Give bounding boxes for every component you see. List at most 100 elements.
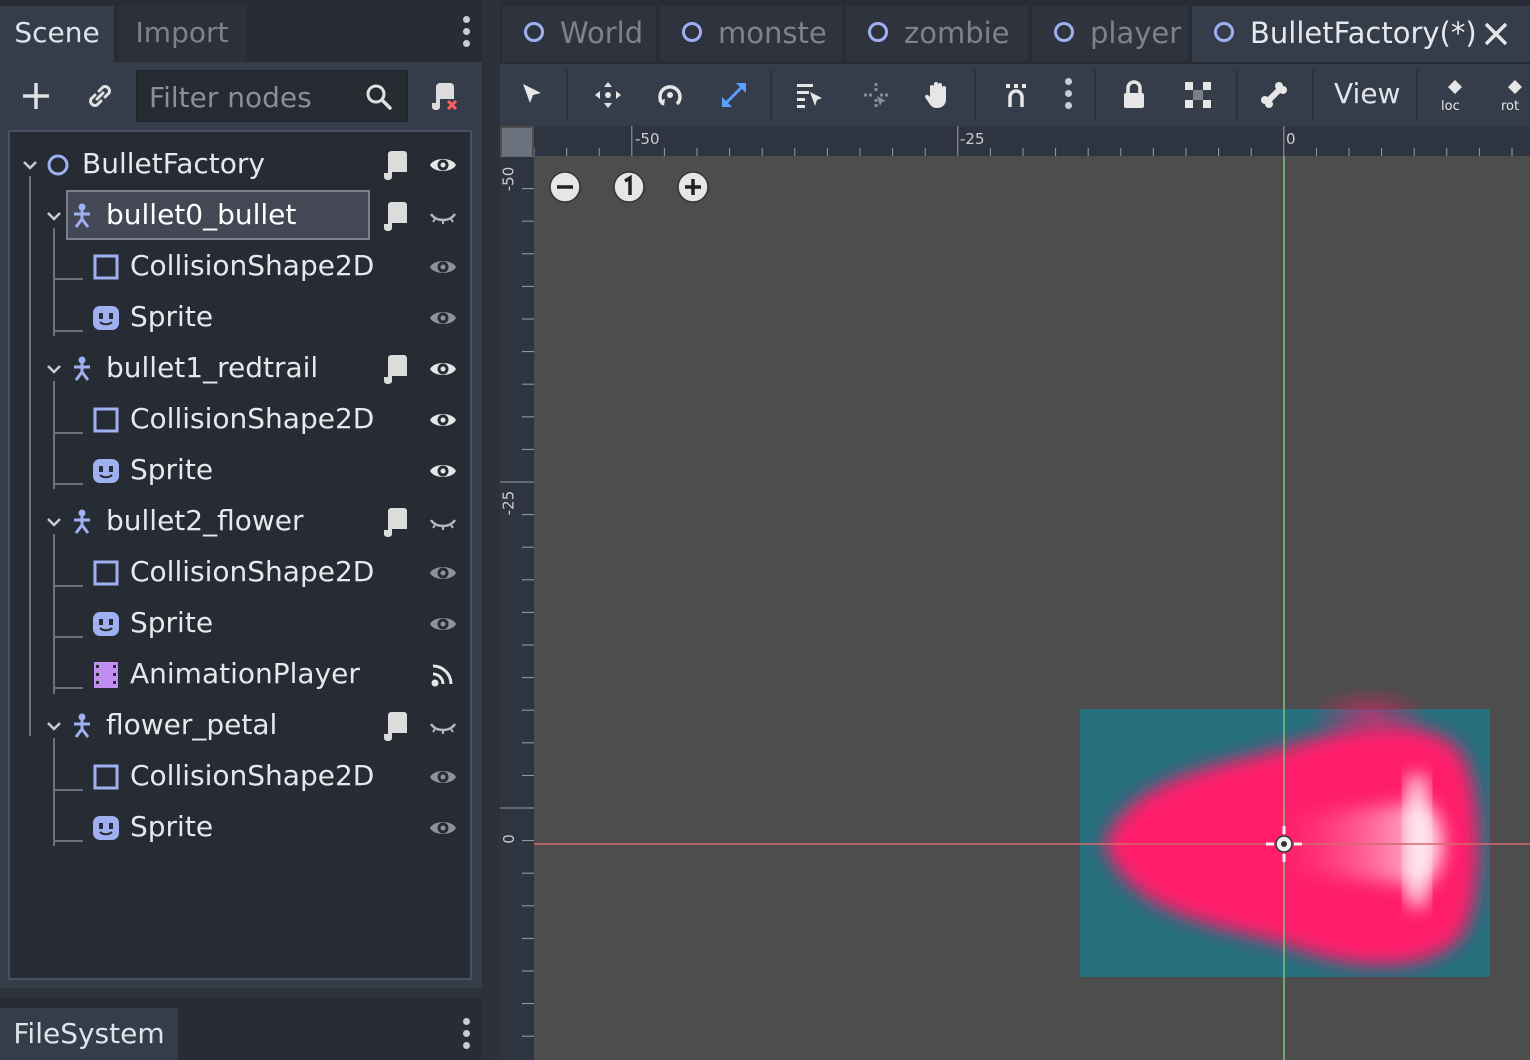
tree-row-bullet1-redtrail[interactable]: bullet1_redtrail (10, 344, 470, 394)
ruler-vertical: -50 -25 0 (500, 156, 534, 1060)
lock-button[interactable] (1114, 75, 1154, 115)
zoom-out-icon[interactable] (548, 170, 582, 204)
main-splitter[interactable] (482, 0, 500, 1060)
ruler-label: -50 (635, 130, 660, 148)
visibility-eye-icon[interactable] (428, 151, 458, 179)
rotate-mode-button[interactable] (650, 75, 690, 115)
tree-row-collisionshape2d[interactable]: CollisionShape2D (10, 395, 470, 445)
bullet-highlight (1406, 776, 1428, 906)
visibility-eye-icon[interactable] (428, 610, 458, 638)
tree-row-bulletfactory[interactable]: BulletFactory (10, 140, 470, 190)
tab-filesystem[interactable]: FileSystem (0, 1008, 178, 1060)
group-button[interactable] (1178, 75, 1218, 115)
hidden-eye-icon[interactable] (428, 508, 458, 536)
visibility-eye-icon[interactable] (428, 304, 458, 332)
node-label: CollisionShape2D (130, 402, 375, 435)
toolbar-separator (1416, 70, 1418, 120)
node-label: BulletFactory (82, 147, 265, 180)
pivot-mode-button[interactable] (856, 75, 896, 115)
script-icon[interactable] (380, 199, 410, 233)
tab-player[interactable]: player (1032, 6, 1188, 62)
instance-scene-button[interactable] (80, 76, 120, 116)
snap-icon (1006, 84, 1026, 107)
svg-text:rot: rot (1501, 99, 1519, 112)
tree-row-sprite[interactable]: Sprite (10, 803, 470, 853)
ruler-label: 0 (1286, 130, 1296, 148)
tree-row-sprite[interactable]: Sprite (10, 293, 470, 343)
tree-row-bullet0-bullet[interactable]: bullet0_bullet (10, 191, 470, 241)
tree-row-flower-petal[interactable]: flower_petal (10, 701, 470, 751)
chevron-down-icon[interactable] (44, 716, 64, 736)
filter-nodes-input[interactable] (147, 77, 361, 117)
script-icon[interactable] (380, 352, 410, 386)
collisionshape2d-icon (93, 254, 119, 280)
tab-bulletfactory[interactable]: BulletFactory(*) (1192, 6, 1530, 62)
tab-world[interactable]: World (502, 6, 656, 62)
script-remove-icon (432, 83, 458, 111)
list-select-icon (797, 84, 822, 108)
toolbar-separator (1236, 70, 1238, 120)
add-node-button[interactable] (16, 76, 56, 116)
hidden-eye-icon[interactable] (428, 712, 458, 740)
filesystem-menu-icon[interactable] (462, 1018, 472, 1054)
canvas-drawing (534, 156, 1530, 1060)
visibility-eye-icon[interactable] (428, 406, 458, 434)
signal-icon[interactable] (428, 661, 458, 689)
move-icon (595, 82, 621, 108)
node-label: Sprite (130, 453, 214, 486)
list-select-button[interactable] (790, 75, 830, 115)
toolbar-separator (1312, 70, 1314, 120)
visibility-eye-icon[interactable] (428, 559, 458, 587)
tree-row-bullet2-flower[interactable]: bullet2_flower (10, 497, 470, 547)
close-icon[interactable] (1482, 20, 1510, 48)
insert-key-loc-button[interactable]: loc (1436, 75, 1476, 115)
tree-row-sprite[interactable]: Sprite (10, 446, 470, 496)
select-mode-button[interactable] (512, 75, 552, 115)
chevron-down-icon[interactable] (44, 206, 64, 226)
tree-row-collisionshape2d[interactable]: CollisionShape2D (10, 242, 470, 292)
tree-row-animationplayer[interactable]: AnimationPlayer (10, 650, 470, 700)
view-menu[interactable]: View (1334, 76, 1400, 112)
node-label: CollisionShape2D (130, 759, 375, 792)
chevron-down-icon[interactable] (20, 155, 40, 175)
toolbar-separator (566, 70, 568, 120)
hidden-eye-icon[interactable] (428, 202, 458, 230)
scale-mode-button[interactable] (714, 75, 754, 115)
scale-icon (722, 83, 746, 107)
script-icon[interactable] (380, 709, 410, 743)
snap-toggle-button[interactable] (996, 75, 1036, 115)
insert-key-rot-button[interactable]: rot (1496, 75, 1530, 115)
tree-row-collisionshape2d[interactable]: CollisionShape2D (10, 548, 470, 598)
tab-import[interactable]: Import (118, 6, 246, 62)
skeleton-button[interactable] (1254, 75, 1294, 115)
tab-zombie[interactable]: zombie (846, 6, 1028, 62)
chevron-down-icon[interactable] (44, 359, 64, 379)
zoom-in-icon[interactable] (676, 170, 710, 204)
canvas-viewport[interactable]: -50 -25 0 -50 -25 0 (500, 126, 1530, 1060)
visibility-eye-icon[interactable] (428, 457, 458, 485)
chevron-down-icon[interactable] (44, 512, 64, 532)
dock-menu-icon[interactable] (462, 16, 472, 52)
node2d-icon (1054, 22, 1074, 42)
visibility-eye-icon[interactable] (428, 814, 458, 842)
node-label: bullet2_flower (106, 504, 304, 537)
visibility-eye-icon[interactable] (428, 763, 458, 791)
visibility-eye-icon[interactable] (428, 253, 458, 281)
move-mode-button[interactable] (588, 75, 628, 115)
scene-toolbar (0, 62, 482, 128)
tab-monste[interactable]: monste (660, 6, 842, 62)
visibility-eye-icon[interactable] (428, 355, 458, 383)
script-icon[interactable] (380, 148, 410, 182)
tree-row-collisionshape2d[interactable]: CollisionShape2D (10, 752, 470, 802)
detach-script-button[interactable] (424, 76, 464, 116)
tab-label: monste (718, 16, 827, 50)
pan-mode-button[interactable] (918, 75, 958, 115)
node-label: bullet1_redtrail (106, 351, 319, 384)
tree-row-sprite[interactable]: Sprite (10, 599, 470, 649)
zoom-reset-icon[interactable] (612, 170, 646, 204)
snap-options-icon[interactable] (1064, 78, 1074, 114)
tab-scene[interactable]: Scene (0, 6, 114, 62)
filter-nodes-field[interactable] (136, 70, 408, 122)
script-icon[interactable] (380, 505, 410, 539)
tab-label: player (1090, 16, 1182, 50)
